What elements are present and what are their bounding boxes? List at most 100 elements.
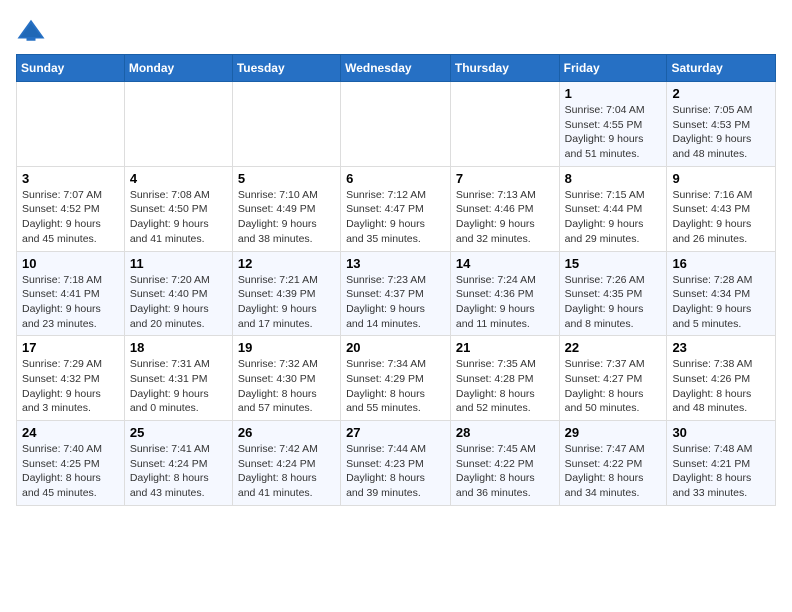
logo-icon <box>16 16 46 46</box>
header-monday: Monday <box>124 55 232 82</box>
day-number: 18 <box>130 340 227 355</box>
header-sunday: Sunday <box>17 55 125 82</box>
calendar-cell: 16 Sunrise: 7:28 AM Sunset: 4:34 PM Dayli… <box>667 251 776 336</box>
day-number: 12 <box>238 256 335 271</box>
calendar-cell: 15 Sunrise: 7:26 AM Sunset: 4:35 PM Dayli… <box>559 251 667 336</box>
day-detail: Sunrise: 7:48 AM Sunset: 4:21 PM Dayligh… <box>672 442 770 501</box>
calendar-cell: 20Sunrise: 7:34 AM Sunset: 4:29 PM Dayli… <box>341 336 451 421</box>
calendar-cell: 24 Sunrise: 7:40 AM Sunset: 4:25 PM Dayli… <box>17 421 125 506</box>
calendar-cell: 3Sunrise: 7:07 AM Sunset: 4:52 PM Daylig… <box>17 166 125 251</box>
calendar-cell: 4Sunrise: 7:08 AM Sunset: 4:50 PM Daylig… <box>124 166 232 251</box>
calendar-cell: 18 Sunrise: 7:31 AM Sunset: 4:31 PM Dayli… <box>124 336 232 421</box>
calendar-cell <box>232 82 340 167</box>
calendar-week-4: 17 Sunrise: 7:29 AM Sunset: 4:32 PM Dayli… <box>17 336 776 421</box>
calendar-week-1: 1 Sunrise: 7:04 AM Sunset: 4:55 PM Daylig… <box>17 82 776 167</box>
day-detail: Sunrise: 7:44 AM Sunset: 4:23 PM Dayligh… <box>346 442 445 501</box>
day-detail: Sunrise: 7:05 AM Sunset: 4:53 PM Dayligh… <box>672 103 770 162</box>
day-detail: Sunrise: 7:47 AM Sunset: 4:22 PM Dayligh… <box>565 442 662 501</box>
calendar-cell: 29 Sunrise: 7:47 AM Sunset: 4:22 PM Dayli… <box>559 421 667 506</box>
header-wednesday: Wednesday <box>341 55 451 82</box>
header-friday: Friday <box>559 55 667 82</box>
calendar-cell: 7 Sunrise: 7:13 AM Sunset: 4:46 PM Daylig… <box>450 166 559 251</box>
logo <box>16 16 50 46</box>
day-detail: Sunrise: 7:12 AM Sunset: 4:47 PM Dayligh… <box>346 188 445 247</box>
calendar-cell: 27 Sunrise: 7:44 AM Sunset: 4:23 PM Dayli… <box>341 421 451 506</box>
day-detail: Sunrise: 7:32 AM Sunset: 4:30 PM Dayligh… <box>238 357 335 416</box>
day-detail: Sunrise: 7:24 AM Sunset: 4:36 PM Dayligh… <box>456 273 554 332</box>
day-number: 7 <box>456 171 554 186</box>
day-detail: Sunrise: 7:31 AM Sunset: 4:31 PM Dayligh… <box>130 357 227 416</box>
day-number: 9 <box>672 171 770 186</box>
day-number: 23 <box>672 340 770 355</box>
day-number: 29 <box>565 425 662 440</box>
calendar-header-row: SundayMondayTuesdayWednesdayThursdayFrid… <box>17 55 776 82</box>
day-number: 24 <box>22 425 119 440</box>
day-detail: Sunrise: 7:29 AM Sunset: 4:32 PM Dayligh… <box>22 357 119 416</box>
header-thursday: Thursday <box>450 55 559 82</box>
day-number: 22 <box>565 340 662 355</box>
day-detail: Sunrise: 7:13 AM Sunset: 4:46 PM Dayligh… <box>456 188 554 247</box>
day-number: 5 <box>238 171 335 186</box>
calendar-cell: 1 Sunrise: 7:04 AM Sunset: 4:55 PM Daylig… <box>559 82 667 167</box>
calendar-cell: 9 Sunrise: 7:16 AM Sunset: 4:43 PM Daylig… <box>667 166 776 251</box>
day-detail: Sunrise: 7:41 AM Sunset: 4:24 PM Dayligh… <box>130 442 227 501</box>
calendar-cell: 2 Sunrise: 7:05 AM Sunset: 4:53 PM Daylig… <box>667 82 776 167</box>
header-saturday: Saturday <box>667 55 776 82</box>
day-detail: Sunrise: 7:26 AM Sunset: 4:35 PM Dayligh… <box>565 273 662 332</box>
calendar-cell: 26Sunrise: 7:42 AM Sunset: 4:24 PM Dayli… <box>232 421 340 506</box>
calendar-cell: 8 Sunrise: 7:15 AM Sunset: 4:44 PM Daylig… <box>559 166 667 251</box>
day-detail: Sunrise: 7:28 AM Sunset: 4:34 PM Dayligh… <box>672 273 770 332</box>
calendar-cell: 30 Sunrise: 7:48 AM Sunset: 4:21 PM Dayli… <box>667 421 776 506</box>
calendar-cell: 25 Sunrise: 7:41 AM Sunset: 4:24 PM Dayli… <box>124 421 232 506</box>
day-number: 10 <box>22 256 119 271</box>
day-number: 27 <box>346 425 445 440</box>
day-number: 28 <box>456 425 554 440</box>
calendar-cell: 5Sunrise: 7:10 AM Sunset: 4:49 PM Daylig… <box>232 166 340 251</box>
day-number: 2 <box>672 86 770 101</box>
day-detail: Sunrise: 7:15 AM Sunset: 4:44 PM Dayligh… <box>565 188 662 247</box>
calendar-cell <box>341 82 451 167</box>
calendar-cell <box>450 82 559 167</box>
day-detail: Sunrise: 7:40 AM Sunset: 4:25 PM Dayligh… <box>22 442 119 501</box>
calendar-week-5: 24 Sunrise: 7:40 AM Sunset: 4:25 PM Dayli… <box>17 421 776 506</box>
calendar-cell: 6 Sunrise: 7:12 AM Sunset: 4:47 PM Daylig… <box>341 166 451 251</box>
calendar-cell <box>124 82 232 167</box>
day-number: 11 <box>130 256 227 271</box>
day-detail: Sunrise: 7:04 AM Sunset: 4:55 PM Dayligh… <box>565 103 662 162</box>
day-detail: Sunrise: 7:18 AM Sunset: 4:41 PM Dayligh… <box>22 273 119 332</box>
day-number: 8 <box>565 171 662 186</box>
calendar-cell: 23 Sunrise: 7:38 AM Sunset: 4:26 PM Dayli… <box>667 336 776 421</box>
day-detail: Sunrise: 7:45 AM Sunset: 4:22 PM Dayligh… <box>456 442 554 501</box>
calendar-cell: 12Sunrise: 7:21 AM Sunset: 4:39 PM Dayli… <box>232 251 340 336</box>
calendar-week-3: 10 Sunrise: 7:18 AM Sunset: 4:41 PM Dayli… <box>17 251 776 336</box>
day-number: 17 <box>22 340 119 355</box>
day-number: 21 <box>456 340 554 355</box>
day-detail: Sunrise: 7:08 AM Sunset: 4:50 PM Dayligh… <box>130 188 227 247</box>
day-number: 16 <box>672 256 770 271</box>
day-number: 1 <box>565 86 662 101</box>
day-detail: Sunrise: 7:23 AM Sunset: 4:37 PM Dayligh… <box>346 273 445 332</box>
day-detail: Sunrise: 7:16 AM Sunset: 4:43 PM Dayligh… <box>672 188 770 247</box>
calendar-cell: 13 Sunrise: 7:23 AM Sunset: 4:37 PM Dayli… <box>341 251 451 336</box>
day-number: 20 <box>346 340 445 355</box>
calendar-cell: 28 Sunrise: 7:45 AM Sunset: 4:22 PM Dayli… <box>450 421 559 506</box>
day-number: 15 <box>565 256 662 271</box>
day-detail: Sunrise: 7:20 AM Sunset: 4:40 PM Dayligh… <box>130 273 227 332</box>
calendar-cell <box>17 82 125 167</box>
calendar-cell: 14 Sunrise: 7:24 AM Sunset: 4:36 PM Dayli… <box>450 251 559 336</box>
day-detail: Sunrise: 7:35 AM Sunset: 4:28 PM Dayligh… <box>456 357 554 416</box>
day-number: 30 <box>672 425 770 440</box>
calendar-cell: 22 Sunrise: 7:37 AM Sunset: 4:27 PM Dayli… <box>559 336 667 421</box>
calendar-week-2: 3Sunrise: 7:07 AM Sunset: 4:52 PM Daylig… <box>17 166 776 251</box>
day-number: 13 <box>346 256 445 271</box>
calendar-cell: 10 Sunrise: 7:18 AM Sunset: 4:41 PM Dayli… <box>17 251 125 336</box>
day-number: 3 <box>22 171 119 186</box>
calendar-cell: 11 Sunrise: 7:20 AM Sunset: 4:40 PM Dayli… <box>124 251 232 336</box>
calendar-cell: 17 Sunrise: 7:29 AM Sunset: 4:32 PM Dayli… <box>17 336 125 421</box>
day-number: 6 <box>346 171 445 186</box>
day-detail: Sunrise: 7:38 AM Sunset: 4:26 PM Dayligh… <box>672 357 770 416</box>
day-detail: Sunrise: 7:37 AM Sunset: 4:27 PM Dayligh… <box>565 357 662 416</box>
day-number: 25 <box>130 425 227 440</box>
day-number: 14 <box>456 256 554 271</box>
day-number: 26 <box>238 425 335 440</box>
